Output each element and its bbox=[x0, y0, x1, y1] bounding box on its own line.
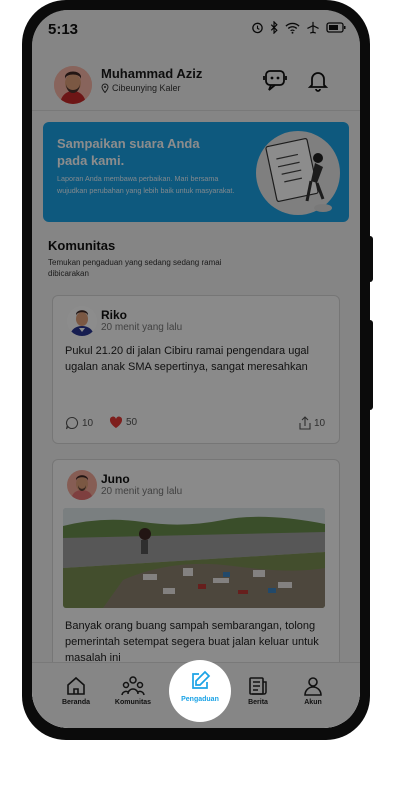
comment-button[interactable]: 10 bbox=[65, 416, 93, 430]
user-icon bbox=[304, 677, 322, 696]
airplane-icon bbox=[307, 21, 319, 34]
post-text: Pukul 21.20 di jalan Cibiru ramai pengen… bbox=[65, 345, 309, 373]
banner-text: Laporan Anda membawa perbaikan. Mari ber… bbox=[57, 174, 235, 195]
nav-item-pengaduan[interactable]: Pengaduan bbox=[169, 660, 231, 722]
banner-title: Sampaikan suara Anda pada kami. bbox=[57, 136, 200, 168]
phone-frame: 5:13 Muhammad Aziz Cibeunying Kaler Samp… bbox=[22, 0, 370, 740]
post-photo[interactable] bbox=[63, 508, 325, 608]
notification-button[interactable] bbox=[305, 67, 331, 93]
post-text: Banyak orang buang sampah sembarangan, t… bbox=[65, 620, 319, 664]
trash-road-photo bbox=[63, 508, 325, 608]
power-button bbox=[368, 320, 373, 410]
user-name: Muhammad Aziz bbox=[101, 66, 203, 81]
share-button[interactable]: 10 bbox=[299, 416, 325, 430]
nav-label-berita: Berita bbox=[248, 699, 268, 706]
screen: 5:13 Muhammad Aziz Cibeunying Kaler Samp… bbox=[32, 10, 360, 728]
post-card[interactable]: Riko 20 menit yang lalu Pukul 21.20 di j… bbox=[52, 295, 340, 444]
user-avatar[interactable] bbox=[54, 66, 92, 104]
share-icon bbox=[299, 416, 311, 430]
post-time: 20 menit yang lalu bbox=[101, 322, 183, 333]
nav-item-berita[interactable]: Berita bbox=[233, 675, 283, 706]
nav-item-akun[interactable]: Akun bbox=[288, 675, 338, 706]
post-author: Riko bbox=[101, 308, 128, 322]
edit-icon bbox=[192, 670, 211, 689]
status-bar: 5:13 bbox=[32, 10, 360, 48]
post-card[interactable]: Juno 20 menit yang lalu Banyak orang bua… bbox=[52, 459, 340, 681]
header-divider bbox=[32, 110, 360, 111]
alarm-icon bbox=[252, 22, 263, 34]
like-count: 50 bbox=[126, 417, 138, 428]
heart-icon bbox=[109, 416, 123, 428]
volume-button bbox=[368, 236, 373, 282]
nav-label-pengaduan: Pengaduan bbox=[181, 696, 219, 703]
like-button[interactable]: 50 bbox=[109, 416, 137, 429]
post-actions: 10 50 10 bbox=[65, 416, 327, 432]
user-location-text: Cibeunying Kaler bbox=[112, 83, 181, 93]
status-icons bbox=[251, 21, 346, 34]
report-banner[interactable]: Sampaikan suara Anda pada kami. Laporan … bbox=[43, 122, 349, 222]
chat-bot-icon bbox=[263, 70, 287, 91]
community-icon bbox=[121, 676, 145, 696]
wifi-icon bbox=[285, 22, 300, 34]
bluetooth-icon bbox=[270, 21, 278, 34]
battery-icon bbox=[326, 22, 346, 33]
nav-item-komunitas[interactable]: Komunitas bbox=[108, 675, 158, 706]
bell-icon bbox=[307, 72, 329, 92]
user-location: Cibeunying Kaler bbox=[101, 83, 181, 93]
community-subtitle: Temukan pengaduan yang sedang sedang ram… bbox=[48, 258, 222, 278]
post-time: 20 menit yang lalu bbox=[101, 486, 183, 497]
checklist-illustration bbox=[256, 131, 340, 215]
home-icon bbox=[67, 676, 85, 695]
news-icon bbox=[249, 677, 267, 695]
nav-label-akun: Akun bbox=[304, 699, 322, 706]
nav-label-beranda: Beranda bbox=[61, 699, 90, 706]
location-pin-icon bbox=[101, 83, 109, 93]
status-time: 5:13 bbox=[48, 21, 79, 38]
community-title: Komunitas bbox=[48, 238, 116, 253]
post-avatar bbox=[67, 306, 97, 336]
share-count: 10 bbox=[314, 417, 326, 429]
comment-icon bbox=[65, 416, 79, 430]
post-avatar bbox=[67, 470, 97, 500]
comment-count: 10 bbox=[82, 417, 94, 429]
post-author: Juno bbox=[101, 472, 130, 486]
nav-label-komunitas: Komunitas bbox=[114, 699, 152, 706]
nav-item-beranda[interactable]: Beranda bbox=[51, 675, 101, 706]
chat-support-button[interactable] bbox=[262, 67, 288, 93]
